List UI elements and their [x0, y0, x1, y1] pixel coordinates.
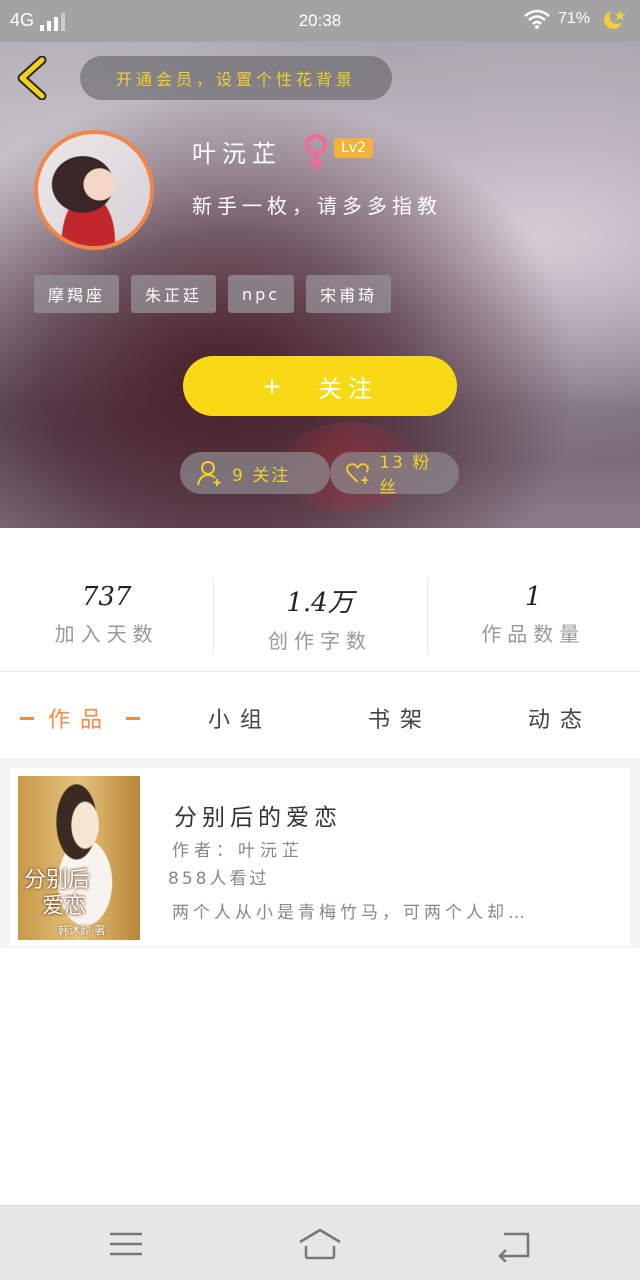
- book-reads: 858人看过: [168, 869, 270, 889]
- book-card[interactable]: 分别后 爱恋 韩沐颜 著 分别后的爱恋 作者：叶沅芷 858人看过 两个人从小是…: [10, 768, 630, 946]
- plus-icon: +: [261, 372, 289, 400]
- tab-groups[interactable]: 小组: [160, 690, 320, 746]
- vip-background-banner[interactable]: 开通会员，设置个性花背景: [80, 56, 392, 100]
- status-bar: 4G 20:38 71%: [0, 0, 640, 42]
- book-summary: 两个人从小是青梅竹马，可两个人却…: [172, 903, 529, 923]
- tag[interactable]: 朱正廷: [131, 275, 217, 313]
- avatar[interactable]: [34, 130, 154, 250]
- works-section: 分别后 爱恋 韩沐颜 著 分别后的爱恋 作者：叶沅芷 858人看过 两个人从小是…: [0, 758, 640, 948]
- menu-icon[interactable]: [106, 1226, 146, 1262]
- book-author: 作者：叶沅芷: [172, 841, 304, 861]
- heart-plus-icon: [346, 463, 369, 484]
- follow-button[interactable]: + 关注: [183, 356, 457, 416]
- stat-label: 加入天数: [54, 622, 159, 646]
- tab-label: 书架: [367, 708, 432, 733]
- fans-count: 13 粉丝: [379, 453, 432, 498]
- stat-value: 1.4万: [286, 588, 354, 618]
- fans-button[interactable]: 13 粉丝: [330, 452, 459, 498]
- cover-title: 分别后 爱恋: [24, 868, 91, 919]
- person-add-icon: [197, 461, 221, 486]
- back-icon[interactable]: [496, 1226, 536, 1262]
- tab-label: 动态: [527, 708, 592, 733]
- tab-bar: 作品 小组 书架 动态: [0, 690, 640, 746]
- female-icon: [305, 134, 327, 170]
- wifi-icon: [524, 9, 550, 29]
- book-cover[interactable]: 分别后 爱恋 韩沐颜 著: [18, 776, 140, 940]
- tab-label: 作品: [47, 708, 112, 733]
- level-badge: Lv2: [334, 138, 373, 158]
- stat-value: 737: [81, 582, 132, 612]
- stat-label: 创作字数: [267, 629, 372, 653]
- tab-works[interactable]: 作品: [0, 690, 160, 746]
- battery-level: 71%: [557, 10, 590, 27]
- system-nav-bar: [0, 1205, 640, 1280]
- tab-label: 小组: [207, 708, 272, 733]
- back-chevron-icon[interactable]: [14, 56, 54, 100]
- stat-value: 1: [525, 582, 542, 612]
- tag-list: 摩羯座 朱正廷 npc 宋甫琦: [34, 275, 392, 313]
- home-icon[interactable]: [298, 1226, 342, 1262]
- tag[interactable]: 摩羯座: [34, 275, 120, 313]
- stat-words: 1.4万 创作字数: [213, 568, 426, 658]
- stat-works: 1 作品数量: [426, 568, 640, 658]
- stats-row: 737 加入天数 1.4万 创作字数 1 作品数量: [0, 568, 640, 658]
- username: 叶沅芷: [192, 140, 282, 168]
- tab-bookshelf[interactable]: 书架: [320, 690, 480, 746]
- status-right: 71%: [524, 8, 628, 30]
- following-button[interactable]: 9 关注: [180, 452, 330, 494]
- following-count: 9 关注: [232, 465, 291, 486]
- book-title[interactable]: 分别后的爱恋: [174, 798, 342, 832]
- tab-activity[interactable]: 动态: [480, 690, 640, 746]
- bio: 新手一枚，请多多指教: [192, 194, 442, 218]
- stat-label: 作品数量: [481, 622, 586, 646]
- profile-header: 开通会员，设置个性花背景 叶沅芷 Lv2 新手一枚，请多多指教 摩羯座 朱正廷 …: [0, 42, 640, 528]
- follow-label: 关注: [318, 374, 379, 403]
- stat-days: 737 加入天数: [0, 568, 213, 658]
- divider: [0, 671, 640, 672]
- tag[interactable]: 宋甫琦: [306, 275, 392, 313]
- tag[interactable]: npc: [228, 275, 295, 313]
- moon-icon: [604, 10, 626, 29]
- cover-author: 韩沐颜 著: [58, 924, 106, 937]
